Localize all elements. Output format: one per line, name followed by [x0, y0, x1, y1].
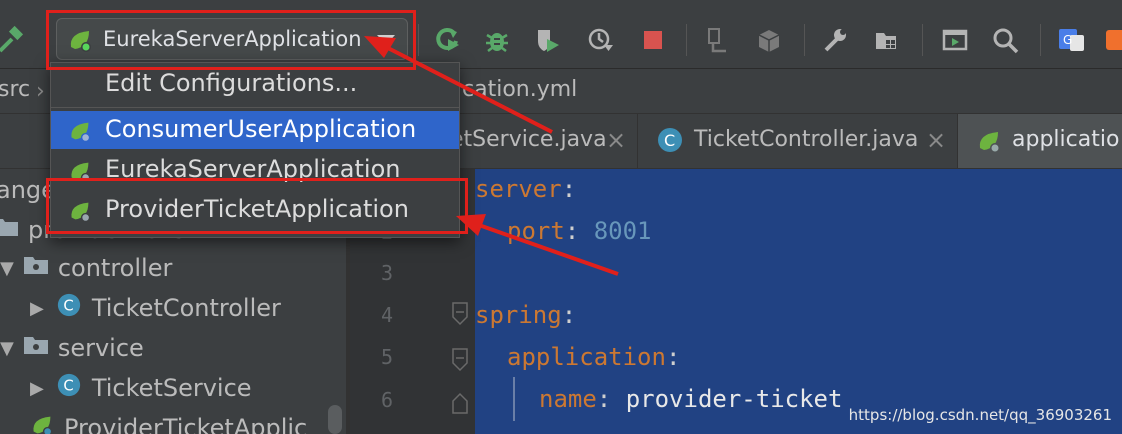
- code-line: application:: [507, 343, 681, 371]
- svg-text:C: C: [664, 131, 675, 150]
- svg-text:C: C: [63, 377, 73, 395]
- java-class-icon: C: [56, 372, 82, 404]
- toolbar-separator: [686, 24, 687, 56]
- package-folder-icon: [0, 216, 20, 244]
- debug-bug-icon[interactable]: [480, 24, 514, 56]
- toolbar-separator: [804, 24, 805, 56]
- scrollbar-thumb[interactable]: [328, 405, 342, 434]
- toolbar-separator: [922, 24, 923, 56]
- line-number: 5: [380, 345, 394, 369]
- project-structure-icon[interactable]: [870, 24, 904, 56]
- close-icon[interactable]: ×: [926, 126, 946, 154]
- profiler-icon[interactable]: [584, 24, 618, 56]
- tree-item-label: TicketService: [91, 374, 252, 402]
- translate-plugin-icon[interactable]: G: [1054, 24, 1088, 56]
- tree-item-label: ProviderTicketApplic: [64, 414, 308, 434]
- java-class-icon: C: [56, 292, 82, 324]
- menu-separator: [51, 107, 459, 108]
- line-number: 4: [380, 303, 394, 327]
- spring-boot-icon: [28, 411, 56, 434]
- spring-boot-icon: [974, 126, 1004, 160]
- package-folder-icon: [23, 334, 50, 362]
- highlight-box-provider-item: [46, 178, 468, 234]
- breadcrumb-chevron-icon: ›: [36, 79, 45, 104]
- build-hammer-icon[interactable]: [0, 24, 28, 56]
- breadcrumb-file[interactable]: cation.yml: [462, 77, 577, 102]
- toolbar-separator: [418, 24, 419, 56]
- run-with-coverage-icon[interactable]: [530, 24, 564, 56]
- watermark: https://blog.csdn.net/qq_36903261: [848, 406, 1112, 424]
- menu-item-label: Edit Configurations...: [105, 69, 358, 97]
- tab-label: applicatio: [1012, 127, 1120, 152]
- tab-application-yml[interactable]: applicatio: [958, 114, 1122, 168]
- breadcrumb-src[interactable]: src: [0, 77, 30, 102]
- code-line: name: provider-ticket: [539, 385, 843, 413]
- line-number: 3: [380, 261, 394, 285]
- tab-label: TicketController.java: [694, 127, 919, 152]
- settings-wrench-icon[interactable]: [818, 24, 852, 56]
- tab-label: etService.java: [450, 127, 607, 152]
- tree-item-controller[interactable]: ▼ controller: [0, 249, 172, 287]
- toolbar-separator: [1040, 24, 1041, 56]
- spring-boot-icon: [65, 117, 95, 149]
- build-artifacts-icon[interactable]: [752, 24, 786, 56]
- search-icon[interactable]: [988, 24, 1022, 56]
- tree-item-label: controller: [57, 254, 173, 282]
- chevron-down-icon[interactable]: ▼: [0, 258, 14, 279]
- presentation-mode-icon[interactable]: [938, 24, 972, 56]
- java-class-icon: C: [656, 126, 684, 158]
- close-icon[interactable]: ×: [606, 126, 626, 154]
- tree-item-label: service: [57, 334, 144, 362]
- title-strip: [0, 0, 1122, 10]
- code-editor[interactable]: server: port: 8001 spring: application: …: [475, 169, 1122, 434]
- chevron-right-icon[interactable]: ▶: [30, 378, 44, 399]
- attach-debugger-icon[interactable]: [700, 24, 734, 56]
- tab-ticket-controller[interactable]: C TicketController.java ×: [638, 114, 958, 168]
- menu-item-consumer-user-application[interactable]: ConsumerUserApplication: [51, 111, 459, 149]
- tree-item-ticket-service[interactable]: ▶ C TicketService: [30, 369, 252, 407]
- menu-item-label: ConsumerUserApplication: [105, 115, 417, 143]
- tree-item-service[interactable]: ▼ service: [0, 329, 144, 367]
- chevron-right-icon[interactable]: ▶: [30, 298, 44, 319]
- edit-configurations-item[interactable]: Edit Configurations...: [51, 65, 459, 103]
- tree-item-label: TicketController: [91, 294, 281, 322]
- line-number: 6: [380, 388, 394, 412]
- rerun-icon[interactable]: [430, 24, 464, 56]
- highlight-box-run-config: [46, 10, 416, 70]
- svg-text:C: C: [63, 297, 73, 315]
- package-folder-icon: [23, 254, 50, 282]
- code-line: spring:: [475, 301, 577, 329]
- svg-text:G: G: [1063, 33, 1072, 47]
- tree-item-provider-app[interactable]: ProviderTicketApplic: [28, 409, 307, 434]
- code-line: server:: [475, 175, 577, 203]
- tree-item-ticket-controller[interactable]: ▶ C TicketController: [30, 289, 281, 327]
- code-line: port: 8001: [507, 217, 652, 245]
- indent-guide: [513, 377, 515, 421]
- plugin-orange-icon[interactable]: [1100, 24, 1122, 56]
- chevron-down-icon[interactable]: ▼: [0, 338, 14, 359]
- stop-icon[interactable]: [636, 24, 670, 56]
